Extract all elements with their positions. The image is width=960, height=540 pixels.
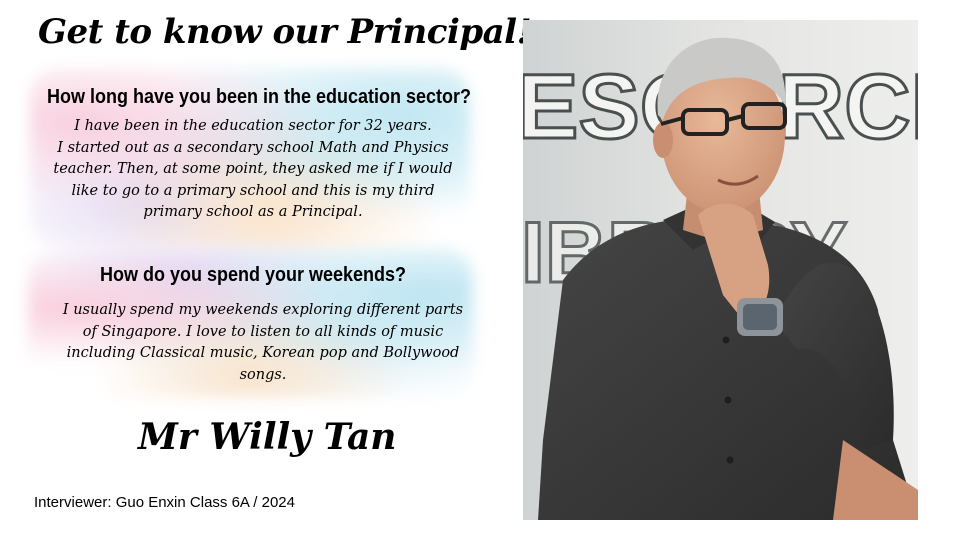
answer-1-line: like to go to a primary school and this … — [71, 182, 435, 199]
watch-icon — [737, 298, 783, 336]
answer-2-line: of Singapore. I love to listen to all ki… — [82, 323, 444, 340]
answer-1-line: teacher. Then, at some point, they asked… — [53, 161, 453, 177]
question-heading-2: How do you spend your weekends? — [99, 264, 407, 286]
interviewer-credit: Interviewer: Guo Enxin Class 6A / 2024 — [34, 494, 295, 511]
answer-2-line: songs. — [239, 366, 287, 383]
answer-2-line: including Classical music, Korean pop an… — [66, 345, 460, 361]
answer-1-line: I started out as a secondary school Math… — [57, 139, 449, 156]
principal-photo: ESOURCE IBRARY — [523, 20, 918, 520]
answer-1-line: I have been in the education sector for … — [74, 118, 432, 134]
question-heading-1: How long have you been in the education … — [46, 86, 472, 108]
answer-text-2: I usually spend my weekends exploring di… — [20, 300, 506, 386]
page-title: Get to know our Principal! — [38, 12, 532, 52]
answer-text-1: I have been in the education sector for … — [20, 116, 486, 224]
answer-2-line: I usually spend my weekends exploring di… — [62, 302, 464, 318]
answer-1-line: primary school as a Principal. — [143, 204, 363, 220]
principal-name: Mr Willy Tan — [138, 416, 397, 458]
